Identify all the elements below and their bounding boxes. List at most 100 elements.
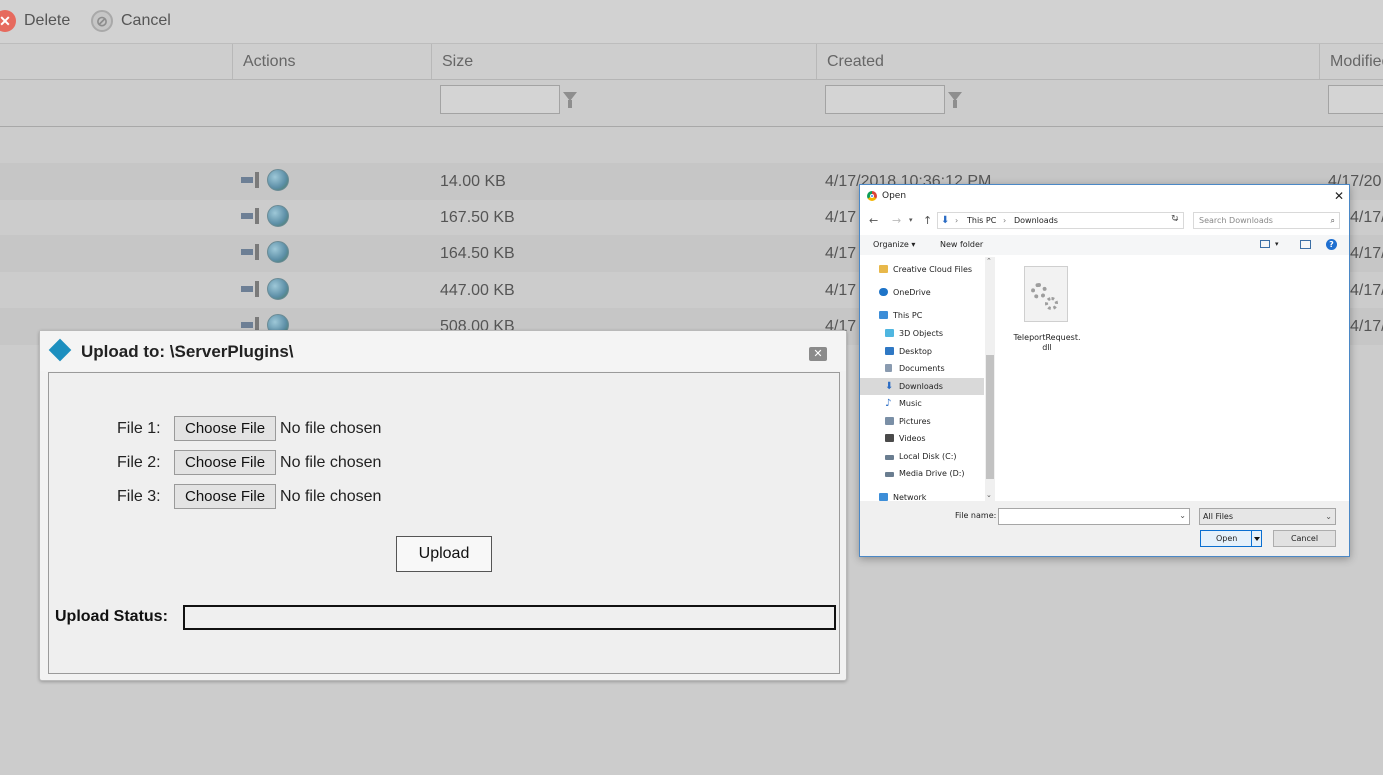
plugin-icon[interactable] (241, 244, 263, 260)
file-name-input[interactable]: ⌄ (998, 508, 1190, 525)
file-list: TeleportRequest. dll (997, 257, 1349, 501)
folder-icon (879, 265, 888, 273)
download-icon: ⬇ (941, 215, 950, 226)
recent-chevron-icon[interactable]: ▾ (909, 216, 913, 224)
modified-cell: 4/17/20 (1350, 245, 1383, 262)
up-arrow-icon[interactable]: ↑ (923, 214, 932, 227)
upload-dialog-titlebar[interactable]: Upload to: \ServerPlugins\ ✕ (40, 331, 846, 371)
size-cell: 164.50 KB (440, 245, 515, 262)
globe-icon[interactable] (267, 241, 289, 263)
upload-dialog: Upload to: \ServerPlugins\ ✕ File 1: Cho… (39, 330, 847, 681)
close-icon[interactable]: ✕ (809, 347, 827, 361)
created-filter-icon[interactable] (948, 92, 962, 108)
forward-arrow-icon[interactable]: → (892, 214, 901, 227)
column-header-size[interactable]: Size (431, 44, 816, 79)
choose-file-button[interactable]: Choose File (174, 450, 277, 475)
refresh-icon[interactable]: ↻ (1171, 214, 1179, 224)
preview-pane-icon[interactable] (1300, 240, 1311, 249)
change-view-icon[interactable] (1260, 240, 1270, 248)
pictures-icon (885, 417, 894, 425)
nav-item-desktop[interactable]: Desktop (860, 343, 984, 360)
file-item-name[interactable]: TeleportRequest. dll (1009, 333, 1085, 353)
scrollbar-thumb[interactable] (986, 355, 994, 479)
organize-menu[interactable]: Organize ▾ (873, 240, 915, 249)
chevron-down-icon[interactable]: ⌄ (1179, 511, 1186, 520)
dialog-cancel-button[interactable]: Cancel (1273, 530, 1336, 547)
desktop-icon (885, 347, 894, 355)
address-bar[interactable]: ⬇ › This PC › Downloads ⌄ (937, 212, 1184, 229)
drive-icon (885, 455, 894, 460)
nav-scrollbar[interactable]: ⌃ ⌄ (985, 257, 995, 501)
cloud-icon (879, 288, 888, 296)
file-status: No file chosen (280, 419, 382, 437)
modified-filter-input[interactable] (1328, 85, 1383, 114)
delete-button[interactable]: ✕ Delete (0, 9, 70, 33)
created-cell: 4/17 (825, 209, 857, 226)
open-button[interactable]: Open (1200, 530, 1262, 547)
column-header-modified[interactable]: Modified (1319, 44, 1383, 79)
nav-item-this-pc[interactable]: This PC (860, 307, 984, 324)
app-logo-icon (48, 338, 72, 362)
nav-item-downloads[interactable]: ⬇ Downloads (860, 378, 984, 395)
nav-item-creative-cloud[interactable]: Creative Cloud Files (860, 261, 984, 278)
scroll-down-icon[interactable]: ⌄ (986, 491, 992, 499)
size-cell: 167.50 KB (440, 209, 515, 226)
cancel-label: Cancel (121, 12, 171, 29)
file-type-select[interactable]: All Files ⌄ (1199, 508, 1336, 525)
dll-gear-icon[interactable] (1024, 266, 1068, 322)
computer-icon (879, 311, 888, 319)
open-file-dialog: Open ✕ ← → ▾ ↑ ⬇ › This PC › Downloads ⌄… (859, 184, 1350, 557)
navigation-pane: Creative Cloud Files OneDrive This PC 3D… (860, 257, 996, 501)
nav-item-onedrive[interactable]: OneDrive (860, 284, 984, 301)
file-row-3: File 3: Choose File No file chosen (117, 484, 381, 509)
size-filter-icon[interactable] (563, 92, 577, 108)
cube-icon (885, 329, 894, 337)
document-icon (885, 364, 892, 372)
created-cell: 4/17 (825, 245, 857, 262)
upload-status-label: Upload Status: (55, 608, 168, 625)
upload-dialog-title: Upload to: \ServerPlugins\ (81, 342, 294, 361)
column-header-actions[interactable]: Actions (232, 44, 431, 79)
globe-icon[interactable] (267, 278, 289, 300)
close-icon[interactable]: ✕ (1334, 189, 1344, 203)
choose-file-button[interactable]: Choose File (174, 484, 277, 509)
nav-item-pictures[interactable]: Pictures (860, 413, 984, 430)
created-cell: 4/17 (825, 282, 857, 299)
modified-cell: 4/17/20 (1350, 282, 1383, 299)
help-icon[interactable]: ? (1326, 239, 1337, 250)
size-filter-input[interactable] (440, 85, 560, 114)
back-arrow-icon[interactable]: ← (869, 214, 878, 227)
column-header-created[interactable]: Created (816, 44, 1319, 79)
scroll-up-icon[interactable]: ⌃ (986, 257, 992, 265)
upload-button[interactable]: Upload (396, 536, 492, 572)
file-status: No file chosen (280, 487, 382, 505)
nav-item-documents[interactable]: Documents (860, 360, 984, 377)
plugin-icon[interactable] (241, 208, 263, 224)
nav-item-3d-objects[interactable]: 3D Objects (860, 325, 984, 342)
chrome-icon (867, 191, 877, 201)
plugin-icon[interactable] (241, 281, 263, 297)
videos-icon (885, 434, 894, 442)
music-icon: ♪ (885, 398, 892, 409)
created-filter-input[interactable] (825, 85, 945, 114)
nav-item-network[interactable]: Network (860, 489, 984, 501)
search-placeholder: Search Downloads (1199, 216, 1273, 225)
open-dialog-title: Open (882, 191, 907, 201)
nav-item-music[interactable]: ♪ Music (860, 395, 984, 412)
chevron-down-icon[interactable]: ▾ (1275, 240, 1279, 248)
globe-icon[interactable] (267, 205, 289, 227)
cancel-button[interactable]: ⊘ Cancel (91, 9, 171, 33)
nav-item-videos[interactable]: Videos (860, 430, 984, 447)
globe-icon[interactable] (267, 169, 289, 191)
open-dialog-titlebar[interactable]: Open ✕ (860, 185, 1349, 207)
nav-item-media-drive-d[interactable]: Media Drive (D:) (860, 465, 984, 482)
file-label: File 3: (117, 487, 161, 505)
choose-file-button[interactable]: Choose File (174, 416, 277, 441)
plugin-icon[interactable] (241, 172, 263, 188)
search-input[interactable]: Search Downloads ⌕ (1193, 212, 1340, 229)
breadcrumb-downloads[interactable]: Downloads (1014, 216, 1058, 225)
new-folder-button[interactable]: New folder (940, 240, 983, 249)
open-dropdown-icon[interactable] (1251, 531, 1262, 546)
breadcrumb-this-pc[interactable]: This PC (967, 216, 996, 225)
nav-item-local-disk-c[interactable]: Local Disk (C:) (860, 448, 984, 465)
